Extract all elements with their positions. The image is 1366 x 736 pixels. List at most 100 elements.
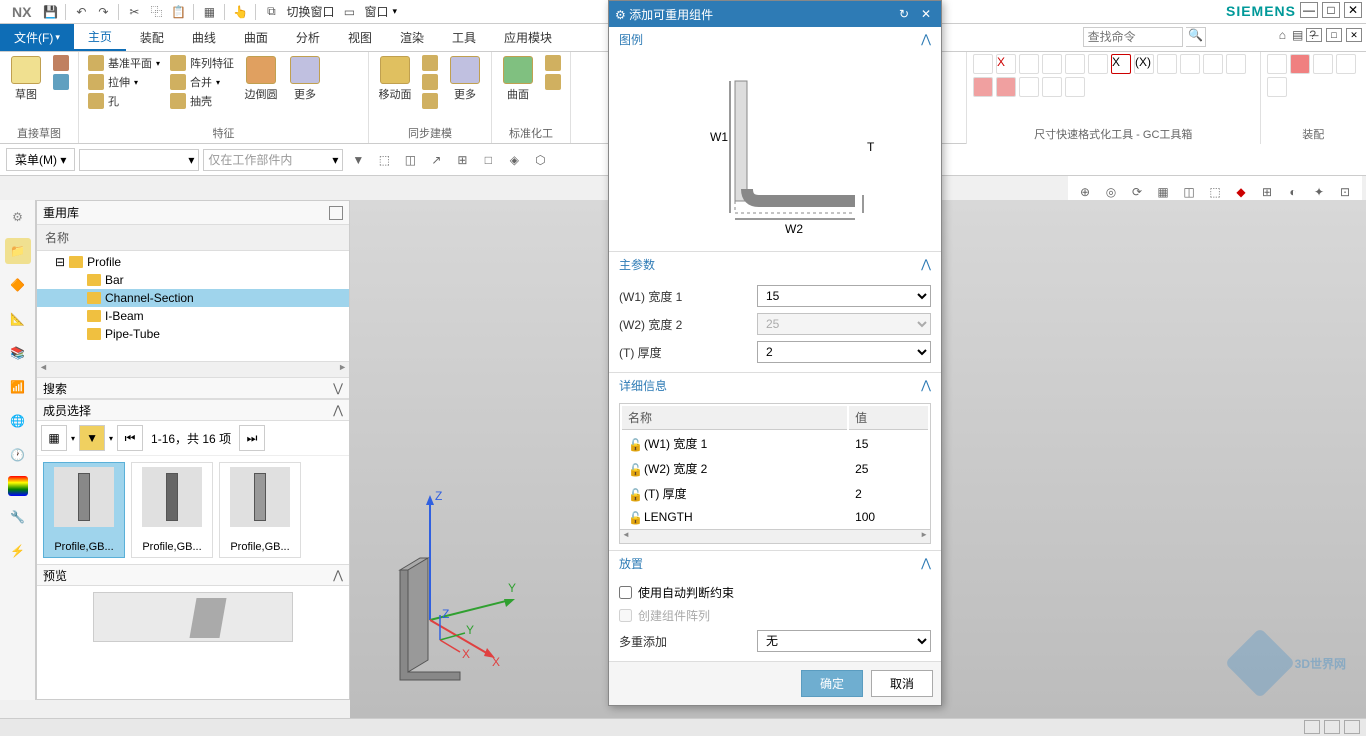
nav-icon-1[interactable]: 📁: [5, 238, 31, 264]
dim-tool-icon[interactable]: [973, 77, 993, 97]
asm-tool-icon[interactable]: [1290, 54, 1310, 74]
chevron-down-icon[interactable]: ⋁: [333, 381, 343, 395]
sketch-button[interactable]: 草图: [6, 54, 46, 104]
dialog-close-icon[interactable]: ✕: [917, 7, 935, 21]
std-tool-2[interactable]: [542, 73, 564, 91]
tab-analysis[interactable]: 分析: [282, 24, 334, 51]
sync-tool-3[interactable]: [419, 92, 441, 110]
multi-add-select[interactable]: 无: [757, 630, 931, 652]
sel-icon-1[interactable]: ⬚: [373, 149, 395, 171]
tree-item-profile[interactable]: ⊟Profile: [37, 253, 349, 271]
tree-item-pipe[interactable]: Pipe-Tube: [37, 325, 349, 343]
asm-tool-icon[interactable]: [1336, 54, 1356, 74]
sel-icon-5[interactable]: □: [477, 149, 499, 171]
sync-tool-1[interactable]: [419, 54, 441, 72]
tab-view[interactable]: 视图: [334, 24, 386, 51]
nav-icon-8[interactable]: [8, 476, 28, 496]
close-icon[interactable]: ✕: [1344, 2, 1362, 18]
chevron-up-icon[interactable]: ⋀: [333, 403, 343, 417]
nav-icon-6[interactable]: 🌐: [5, 408, 31, 434]
chevron-up-icon[interactable]: ⋀: [921, 32, 931, 46]
dim-tool-icon[interactable]: [996, 77, 1016, 97]
asm-tool-icon[interactable]: [1267, 54, 1287, 74]
param-w1-select[interactable]: 15: [757, 285, 931, 307]
edge-blend-button[interactable]: 边倒圆: [241, 54, 281, 104]
hole-button[interactable]: 孔: [85, 92, 163, 110]
move-face-button[interactable]: 移动面: [375, 54, 415, 104]
sb-icon[interactable]: [1324, 720, 1340, 734]
nav-icon-10[interactable]: ⚡: [5, 538, 31, 564]
undo-icon[interactable]: ↶: [71, 2, 91, 22]
param-t-select[interactable]: 2: [757, 341, 931, 363]
chevron-up-icon[interactable]: ⋀: [921, 556, 931, 570]
dim-tool-icon[interactable]: X: [1111, 54, 1131, 74]
sketch-tool-2[interactable]: [50, 73, 72, 91]
member-item[interactable]: Profile,GB...: [219, 462, 301, 558]
tree-item-bar[interactable]: Bar: [37, 271, 349, 289]
window-menu-button[interactable]: 窗口: [360, 3, 392, 20]
dim-tool-icon[interactable]: (X): [1134, 54, 1154, 74]
sb-icon[interactable]: [1344, 720, 1360, 734]
dim-tool-icon[interactable]: X: [996, 54, 1016, 74]
minimize-icon[interactable]: —: [1300, 2, 1318, 18]
member-item[interactable]: Profile,GB...: [131, 462, 213, 558]
nav-icon-3[interactable]: 📐: [5, 306, 31, 332]
first-page-icon[interactable]: ⏮: [117, 425, 143, 451]
tab-tools[interactable]: 工具: [438, 24, 490, 51]
nav-icon-5[interactable]: 📶: [5, 374, 31, 400]
sync-more-button[interactable]: 更多: [445, 54, 485, 104]
dim-tool-icon[interactable]: [1042, 77, 1062, 97]
dim-tool-icon[interactable]: [1203, 54, 1223, 74]
member-item[interactable]: Profile,GB...: [43, 462, 125, 558]
selection-scope[interactable]: 仅在工作部件内▾: [203, 149, 343, 171]
settings-icon[interactable]: ⚙: [5, 204, 31, 230]
window-switch-icon[interactable]: ⧉: [261, 2, 281, 22]
std-tool-1[interactable]: [542, 54, 564, 72]
nav-icon-2[interactable]: 🔶: [5, 272, 31, 298]
nav-icon-7[interactable]: 🕐: [5, 442, 31, 468]
nav-icon-9[interactable]: 🔧: [5, 504, 31, 530]
sel-icon-6[interactable]: ◈: [503, 149, 525, 171]
sb-icon[interactable]: [1304, 720, 1320, 734]
filter-icon[interactable]: ▼: [347, 149, 369, 171]
doc-minimize-icon[interactable]: —: [1306, 28, 1322, 42]
dim-tool-icon[interactable]: [1065, 54, 1085, 74]
window-icon[interactable]: ▭: [339, 2, 359, 22]
dim-tool-icon[interactable]: [1019, 54, 1039, 74]
grid-icon[interactable]: ▦: [199, 2, 219, 22]
redo-icon[interactable]: ↷: [93, 2, 113, 22]
dim-tool-icon[interactable]: [1065, 77, 1085, 97]
collapse-icon[interactable]: [329, 206, 343, 220]
tab-surface[interactable]: 曲面: [230, 24, 282, 51]
tab-curve[interactable]: 曲线: [178, 24, 230, 51]
tree-item-channel[interactable]: Channel-Section: [37, 289, 349, 307]
nav-icon-4[interactable]: 📚: [5, 340, 31, 366]
dim-tool-icon[interactable]: [1088, 54, 1108, 74]
asm-tool-icon[interactable]: [1313, 54, 1333, 74]
home-icon[interactable]: ⌂: [1279, 28, 1286, 42]
tab-home[interactable]: 主页: [74, 24, 126, 51]
switch-window-button[interactable]: 切换窗口: [282, 3, 338, 20]
menu-button[interactable]: 菜单(M) ▾: [6, 148, 75, 171]
shell-button[interactable]: 抽壳: [167, 92, 237, 110]
pattern-button[interactable]: 阵列特征: [167, 54, 237, 72]
dim-tool-icon[interactable]: [973, 54, 993, 74]
sel-icon-2[interactable]: ◫: [399, 149, 421, 171]
auto-constraint-checkbox[interactable]: 使用自动判断约束: [619, 584, 931, 601]
view-mode-icon[interactable]: ▦: [41, 425, 67, 451]
extrude-button[interactable]: 拉伸▾: [85, 73, 163, 91]
chevron-up-icon[interactable]: ⋀: [921, 257, 931, 271]
datum-plane-button[interactable]: 基准平面▾: [85, 54, 163, 72]
tree-item-ibeam[interactable]: I-Beam: [37, 307, 349, 325]
chevron-up-icon[interactable]: ⋀: [333, 568, 343, 582]
sync-tool-2[interactable]: [419, 73, 441, 91]
cut-icon[interactable]: ✂: [124, 2, 144, 22]
paste-icon[interactable]: 📋: [168, 2, 188, 22]
filter-icon[interactable]: ▼: [79, 425, 105, 451]
feature-more-button[interactable]: 更多: [285, 54, 325, 104]
search-input[interactable]: [1083, 27, 1183, 47]
asm-tool-icon[interactable]: [1267, 77, 1287, 97]
unite-button[interactable]: 合并▾: [167, 73, 237, 91]
selection-filter-1[interactable]: ▾: [79, 149, 199, 171]
sketch-tool-1[interactable]: [50, 54, 72, 72]
